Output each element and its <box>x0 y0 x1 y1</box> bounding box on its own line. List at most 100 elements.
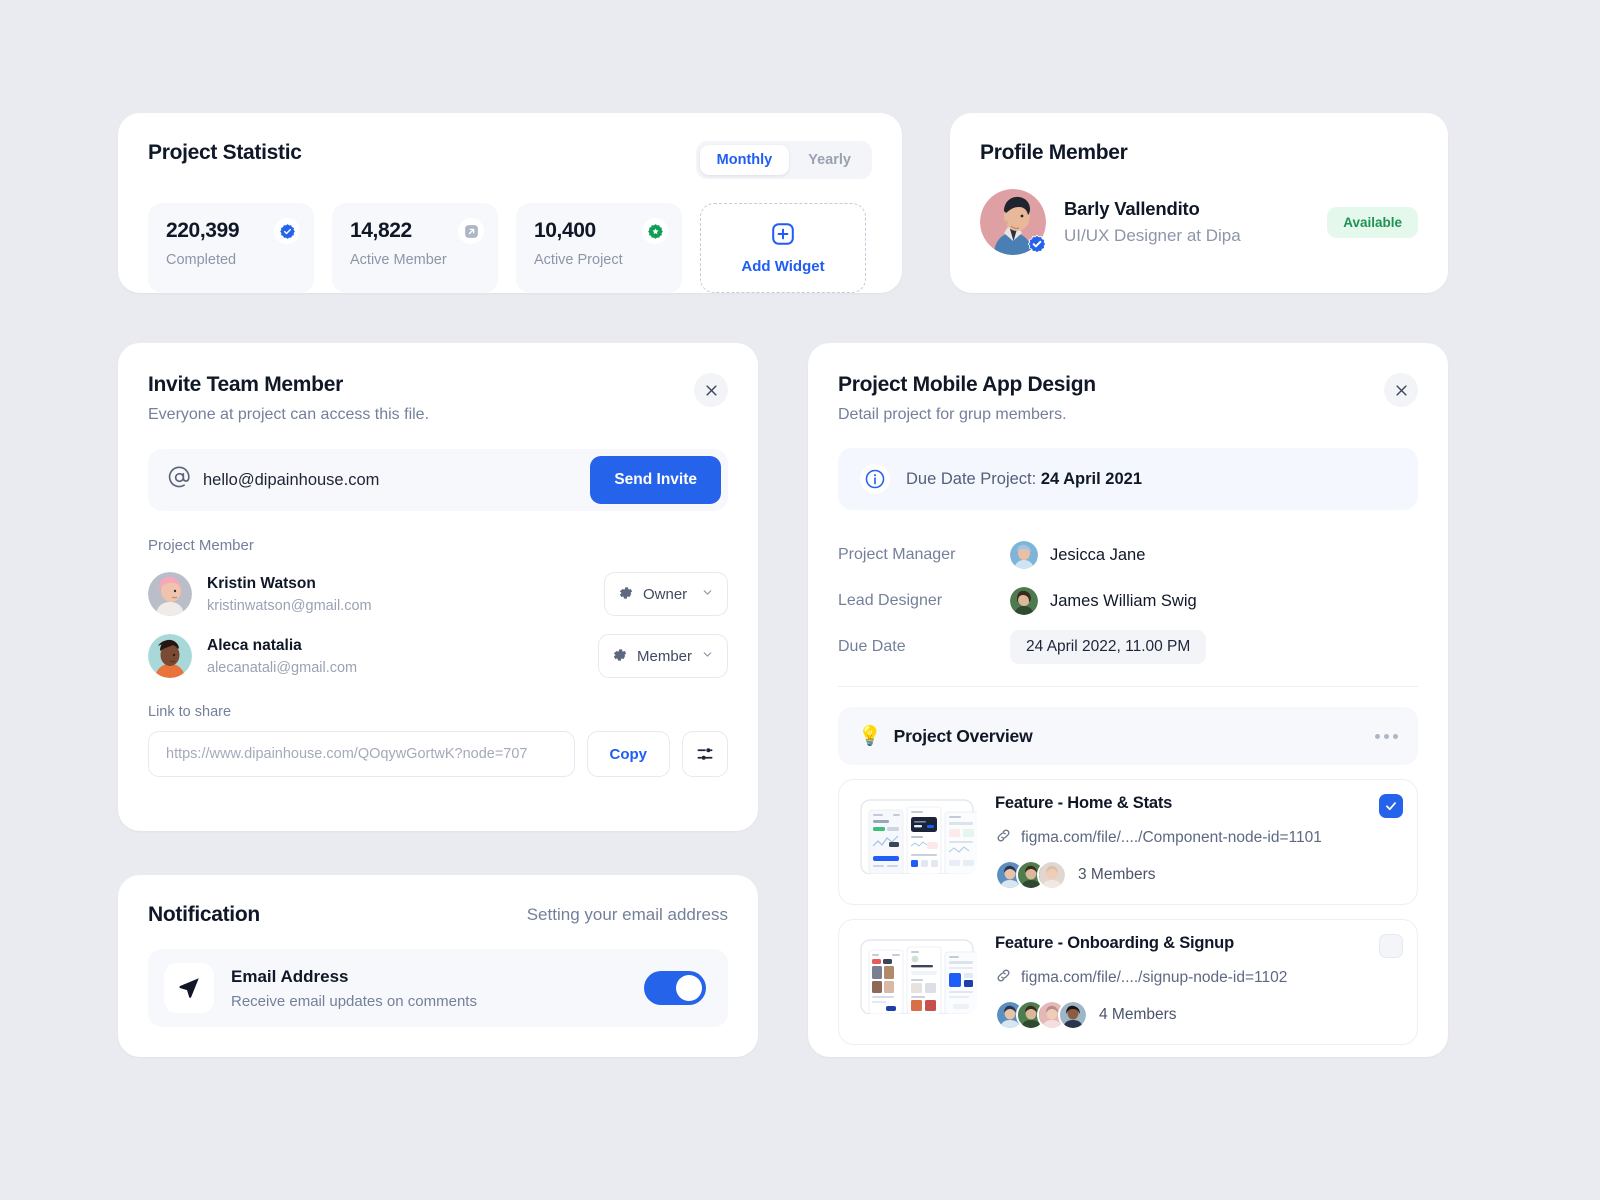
invite-header: Invite Team Member Everyone at project c… <box>148 373 728 424</box>
feature-title: Feature - Home & Stats <box>995 794 1173 812</box>
copy-button[interactable]: Copy <box>586 731 670 777</box>
stat-tile-completed[interactable]: 220,399 Completed <box>148 203 314 293</box>
feature-members: 3 Members <box>995 860 1403 890</box>
project-heading-group: Project Mobile App Design Detail project… <box>838 373 1096 424</box>
stat-tile-active-member[interactable]: 14,822 Active Member <box>332 203 498 293</box>
project-detail-card: Project Mobile App Design Detail project… <box>808 343 1448 1057</box>
feature-card-onboarding-signup[interactable]: Feature - Onboarding & Signup figma.com/… <box>838 919 1418 1045</box>
invite-title: Invite Team Member <box>148 373 343 396</box>
project-overview-title: Project Overview <box>893 725 1033 746</box>
send-invite-button[interactable]: Send Invite <box>590 456 721 504</box>
link-icon <box>995 827 1012 849</box>
role-select-owner[interactable]: Owner <box>604 572 728 616</box>
meta-value: Jesicca Jane <box>1010 541 1145 569</box>
gear-icon <box>612 647 628 666</box>
profile-row: Barly Vallendito UI/UX Designer at Dipa … <box>980 189 1418 255</box>
tab-monthly[interactable]: Monthly <box>699 145 790 175</box>
due-date-banner: Due Date Project: 24 April 2021 <box>838 448 1418 510</box>
avatar <box>980 189 1047 255</box>
meta-row-lead-designer: Lead Designer James William Swig <box>838 578 1418 624</box>
divider <box>838 686 1418 687</box>
notification-item-title: Email Address <box>231 966 349 986</box>
feature-checkbox-checked[interactable] <box>1379 794 1403 818</box>
avatar <box>1010 541 1038 569</box>
avatar-stack <box>995 860 1067 890</box>
chevron-down-icon <box>701 648 714 664</box>
invite-heading-group: Invite Team Member Everyone at project c… <box>148 373 429 424</box>
profile-role: UI/UX Designer at Dipa <box>1064 226 1241 245</box>
meta-row-due-date: Due Date 24 April 2022, 11.00 PM <box>838 624 1418 670</box>
role-select-member[interactable]: Member <box>597 634 728 678</box>
stat-label: Completed <box>166 252 237 268</box>
statistic-header: Project Statistic Monthly Yearly <box>148 141 872 179</box>
meta-key: Due Date <box>838 638 906 655</box>
due-date-text: Due Date Project: 24 April 2021 <box>906 470 1142 489</box>
project-overview-header: 💡 Project Overview <box>838 707 1418 765</box>
notification-texts: Email Address Receive email updates on c… <box>231 967 477 1010</box>
avatar <box>1058 1000 1088 1030</box>
statistic-tiles: 220,399 Completed 14,822 Active Member 1… <box>148 203 872 293</box>
member-name: Kristin Watson <box>207 574 316 592</box>
feature-body: Feature - Home & Stats figma.com/file/..… <box>995 794 1403 890</box>
profile-name: Barly Vallendito <box>1064 198 1200 219</box>
feature-checkbox-unchecked[interactable] <box>1379 934 1403 958</box>
project-meta: Project Manager Jesicca Jane Lead Design… <box>838 532 1418 670</box>
feature-link-row[interactable]: figma.com/file/..../Component-node-id=11… <box>995 827 1403 849</box>
due-date-chip[interactable]: 24 April 2022, 11.00 PM <box>1010 630 1207 664</box>
avatar <box>148 634 192 678</box>
due-date-prefix: Due Date Project: <box>906 469 1041 488</box>
project-subtitle: Detail project for grup members. <box>838 406 1067 423</box>
member-email: kristinwatson@gmail.com <box>207 597 372 614</box>
feature-title: Feature - Onboarding & Signup <box>995 934 1234 952</box>
star-badge-icon <box>642 218 668 244</box>
send-icon <box>164 963 214 1013</box>
close-icon[interactable] <box>694 373 728 407</box>
profile-member-card: Profile Member Barly Vallendito UI/UX De… <box>950 113 1448 293</box>
tab-yearly[interactable]: Yearly <box>791 145 868 175</box>
role-value: Owner <box>643 585 688 603</box>
feature-members: 4 Members <box>995 1000 1403 1030</box>
avatar <box>148 572 192 616</box>
toggle-knob <box>676 975 702 1001</box>
notification-subtitle: Setting your email address <box>526 905 728 924</box>
invite-team-member-card: Invite Team Member Everyone at project c… <box>118 343 758 831</box>
member-identity: Kristin Watson kristinwatson@gmail.com <box>207 575 372 614</box>
add-widget-button[interactable]: Add Widget <box>700 203 866 293</box>
member-identity: Aleca natalia alecanatali@gmail.com <box>207 637 357 676</box>
email-notification-toggle[interactable] <box>644 971 706 1005</box>
meta-key: Lead Designer <box>838 592 943 609</box>
member-email: alecanatali@gmail.com <box>207 659 358 676</box>
at-sign-icon <box>168 466 191 494</box>
gear-icon <box>618 585 634 604</box>
chevron-down-icon <box>701 586 714 602</box>
share-link-input[interactable] <box>148 731 575 777</box>
link-share-row: Copy <box>148 731 728 777</box>
project-title: Project Mobile App Design <box>838 373 1096 396</box>
meta-key: Project Manager <box>838 546 956 563</box>
avatar <box>1010 587 1038 615</box>
notification-card: Notification Setting your email address … <box>118 875 758 1057</box>
feature-link-row[interactable]: figma.com/file/..../signup-node-id=1102 <box>995 967 1403 989</box>
sliders-icon[interactable] <box>682 731 728 777</box>
invite-subtitle: Everyone at project can access this file… <box>148 406 430 423</box>
notification-item-subtitle: Receive email updates on comments <box>231 992 477 1010</box>
feature-thumbnail <box>853 934 977 1014</box>
meta-person-name: Jesicca Jane <box>1050 545 1146 564</box>
link-icon <box>995 967 1012 989</box>
due-date-value: 24 April 2021 <box>1040 469 1143 488</box>
avatar <box>1037 860 1067 890</box>
range-toggle[interactable]: Monthly Yearly <box>695 141 872 179</box>
more-horizontal-icon[interactable] <box>1375 733 1398 739</box>
status-badge: Available <box>1327 206 1418 238</box>
feature-member-count: 4 Members <box>1099 1006 1177 1023</box>
notification-title: Notification <box>148 903 260 926</box>
profile-identity: Barly Vallendito UI/UX Designer at Dipa <box>1064 198 1241 246</box>
invite-email-value: hello@dipainhouse.com <box>203 470 380 489</box>
notification-item: Email Address Receive email updates on c… <box>148 949 728 1027</box>
feature-card-home-stats[interactable]: Feature - Home & Stats figma.com/file/..… <box>838 779 1418 905</box>
meta-row-project-manager: Project Manager Jesicca Jane <box>838 532 1418 578</box>
invite-email-bar[interactable]: hello@dipainhouse.com Send Invite <box>148 449 728 511</box>
stat-tile-active-project[interactable]: 10,400 Active Project <box>516 203 682 293</box>
close-icon[interactable] <box>1384 373 1418 407</box>
link-to-share-label: Link to share <box>148 704 232 720</box>
